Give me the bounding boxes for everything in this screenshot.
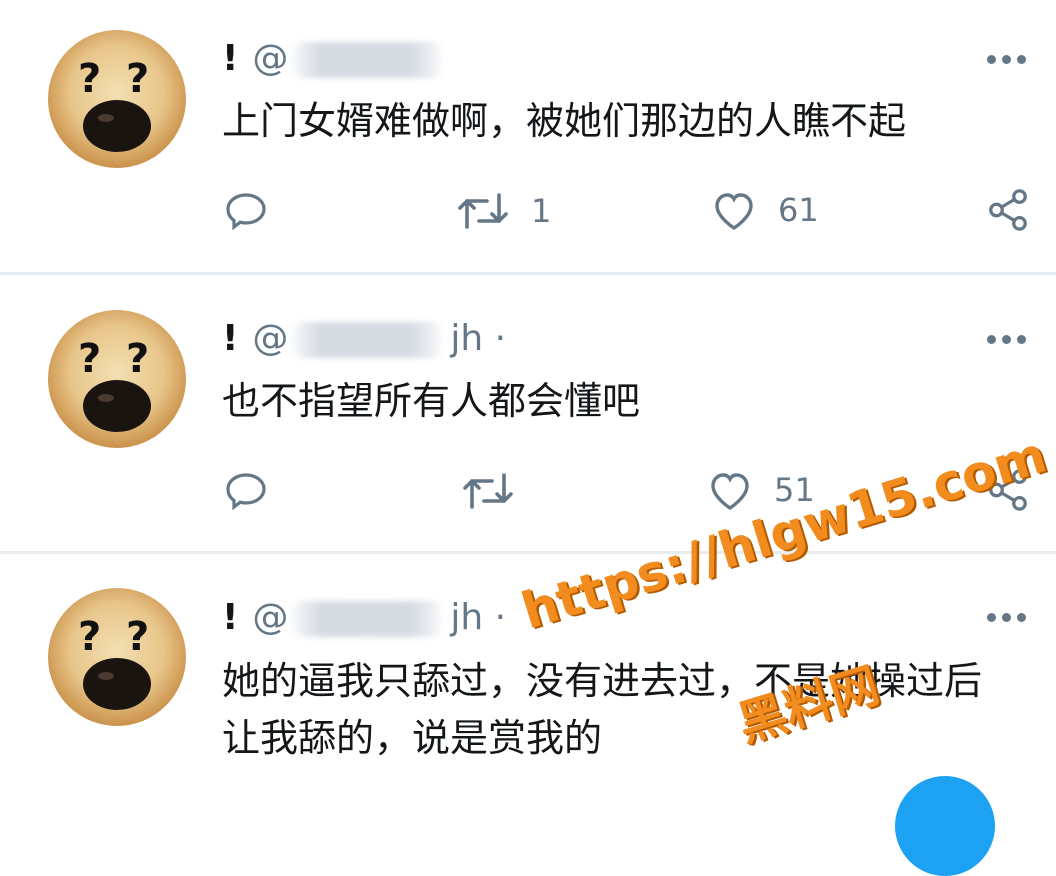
- user-handle[interactable]: @: [252, 38, 450, 79]
- share-button[interactable]: [985, 467, 1031, 513]
- svg-text:?: ?: [126, 56, 149, 102]
- more-icon[interactable]: [987, 334, 1026, 344]
- handle-tail: jh ·: [450, 596, 507, 638]
- handle-prefix: @: [252, 37, 289, 79]
- blurred-handle: [292, 41, 443, 78]
- retweet-count: 1: [531, 192, 552, 230]
- like-button[interactable]: 61: [710, 187, 819, 233]
- handle-tail: jh ·: [450, 317, 507, 359]
- retweet-button[interactable]: [460, 467, 536, 515]
- retweet-icon: [458, 193, 508, 229]
- divider: [0, 272, 1056, 275]
- reply-icon: [226, 473, 266, 511]
- dog-face-icon: ? ?: [78, 56, 151, 152]
- svg-text:?: ?: [78, 336, 101, 382]
- svg-text:?: ?: [78, 614, 101, 660]
- handle-prefix: @: [252, 596, 289, 638]
- more-icon[interactable]: [987, 54, 1026, 64]
- like-count: 51: [774, 471, 815, 509]
- display-name[interactable]: !: [222, 318, 238, 359]
- retweet-button[interactable]: 1: [455, 187, 551, 235]
- reply-icon: [226, 193, 266, 231]
- avatar[interactable]: ? ?: [48, 588, 186, 726]
- reply-button[interactable]: [222, 467, 270, 515]
- tweet-text: 也不指望所有人都会懂吧: [222, 379, 641, 423]
- more-icon[interactable]: [987, 612, 1026, 622]
- tweet-header: ! @ jh ·: [222, 313, 506, 363]
- retweet-icon: [463, 473, 513, 509]
- tweet-text: 上门女婿难做啊，被她们那边的人瞧不起: [222, 99, 907, 143]
- svg-text:?: ?: [126, 614, 149, 660]
- watermark-url: https://hlgw15.com: [515, 425, 1054, 641]
- dog-face-icon: ? ?: [78, 336, 151, 432]
- dog-face-icon: ? ?: [78, 614, 151, 710]
- user-handle[interactable]: @ jh ·: [252, 597, 506, 638]
- tweet-header: ! @ jh ·: [222, 592, 506, 642]
- heart-icon: [715, 193, 753, 231]
- reply-button[interactable]: [222, 187, 270, 235]
- avatar[interactable]: ? ?: [48, 310, 186, 448]
- divider: [0, 551, 1056, 554]
- share-button[interactable]: [985, 187, 1031, 233]
- tweet-actions: 1 61: [0, 187, 1056, 237]
- blurred-handle: [292, 321, 443, 358]
- display-name[interactable]: !: [222, 597, 238, 638]
- compose-button[interactable]: [895, 776, 995, 876]
- tweet-header: ! @: [222, 33, 450, 83]
- like-button[interactable]: 51: [706, 467, 815, 513]
- heart-icon: [711, 473, 749, 511]
- svg-text:?: ?: [126, 336, 149, 382]
- blurred-handle: [292, 600, 443, 637]
- avatar[interactable]: ? ?: [48, 30, 186, 168]
- tweet-actions: 51: [0, 467, 1056, 517]
- svg-text:?: ?: [78, 56, 101, 102]
- share-icon: [989, 189, 1027, 231]
- display-name[interactable]: !: [222, 38, 238, 79]
- share-icon: [989, 469, 1027, 511]
- like-count: 61: [778, 191, 819, 229]
- user-handle[interactable]: @ jh ·: [252, 318, 506, 359]
- handle-prefix: @: [252, 317, 289, 359]
- tweet-text-line-2: 让我舔的，说是赏我的: [222, 716, 603, 760]
